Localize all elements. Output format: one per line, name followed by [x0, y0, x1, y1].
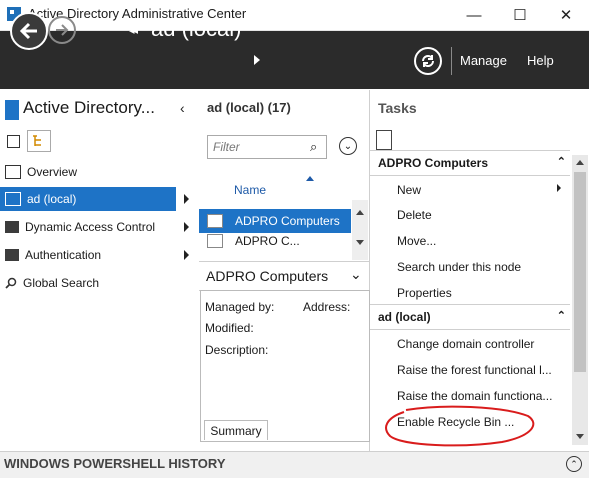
expand-filter-button[interactable]: ⌄ — [339, 137, 357, 155]
scroll-up-icon[interactable] — [356, 210, 364, 215]
submenu-arrow-icon — [557, 184, 561, 192]
scrollbar-thumb[interactable] — [574, 172, 586, 372]
content-pane-title: ad (local) (17) — [207, 100, 291, 115]
forward-button[interactable] — [48, 16, 76, 44]
search-icon — [5, 277, 17, 289]
powershell-history-label: WINDOWS POWERSHELL HISTORY — [4, 456, 226, 471]
row-label: ADPRO C... — [235, 234, 300, 248]
minimize-button[interactable]: — — [451, 0, 497, 30]
nav-divider — [451, 47, 452, 75]
maximize-button[interactable]: ☐ — [497, 0, 543, 30]
container-icon — [207, 214, 223, 228]
task-raise-domain-level[interactable]: Raise the domain functiona... — [397, 389, 552, 403]
tasks-title: Tasks — [378, 100, 417, 116]
list-view-icon[interactable] — [7, 135, 20, 148]
table-row[interactable]: ADPRO Computers — [199, 209, 351, 233]
scroll-down-icon[interactable] — [576, 434, 584, 439]
sidebar-item-label: Authentication — [25, 248, 102, 262]
expand-arrow-icon[interactable] — [184, 194, 189, 204]
filter-placeholder: Filter — [213, 140, 240, 154]
scroll-down-icon[interactable] — [356, 240, 364, 245]
overview-icon — [5, 165, 21, 179]
breadcrumb-arrow-icon[interactable] — [254, 55, 260, 65]
task-delete[interactable]: Delete — [397, 208, 432, 222]
tree-view-icon — [33, 135, 41, 146]
help-menu[interactable]: Help — [527, 53, 554, 68]
manage-menu[interactable]: Manage — [460, 53, 507, 68]
sidebar-item-authentication[interactable]: Authentication — [0, 243, 199, 267]
section-label: ADPRO Computers — [378, 156, 489, 170]
row-label: ADPRO Computers — [235, 214, 340, 228]
task-new[interactable]: New — [397, 183, 421, 197]
section-label: ad (local) — [378, 310, 431, 324]
tab-summary[interactable]: Summary — [204, 420, 268, 440]
close-button[interactable]: ✕ — [543, 0, 589, 30]
list-scrollbar[interactable] — [352, 200, 368, 260]
folder-icon — [5, 221, 19, 233]
expand-arrow-icon[interactable] — [184, 250, 189, 260]
table-row[interactable]: ADPRO C... — [199, 234, 351, 248]
sidebar-item-label: Global Search — [23, 276, 100, 290]
arrow-right-icon — [56, 24, 69, 36]
column-header-name[interactable]: Name — [234, 183, 266, 197]
address-label: Address: — [303, 300, 351, 314]
ad-logo-icon — [5, 100, 19, 120]
task-move[interactable]: Move... — [397, 234, 436, 248]
tasks-section-header[interactable]: ADPRO Computers ⌃ — [370, 150, 570, 176]
clipboard-icon[interactable] — [376, 130, 392, 150]
task-properties[interactable]: Properties — [397, 286, 452, 300]
sidebar-item-overview[interactable]: Overview — [0, 160, 199, 184]
sidebar-item-label: Overview — [27, 165, 78, 179]
sidebar-item-label: ad (local) — [27, 192, 77, 206]
refresh-button[interactable] — [414, 47, 442, 75]
task-raise-forest-level[interactable]: Raise the forest functional l... — [397, 363, 552, 377]
sidebar-item-global-search[interactable]: Global Search — [0, 271, 199, 295]
modified-label: Modified: — [205, 321, 254, 335]
navigation-pane-title: Active Directory... — [23, 98, 155, 117]
refresh-icon — [422, 55, 434, 67]
chevron-down-icon[interactable]: ⌄ — [350, 266, 362, 283]
sidebar-item-ad-local[interactable]: ad (local) — [0, 187, 176, 211]
description-label: Description: — [205, 343, 269, 357]
managed-by-label: Managed by: — [205, 300, 275, 314]
folder-icon — [5, 249, 19, 261]
sidebar-item-dynamic-access-control[interactable]: Dynamic Access Control — [0, 215, 199, 239]
expand-arrow-icon[interactable] — [184, 222, 189, 232]
details-title: ADPRO Computers — [206, 268, 329, 284]
collapse-pane-icon[interactable]: ‹ — [180, 100, 185, 116]
scroll-up-icon[interactable] — [576, 160, 584, 165]
highlight-annotation — [385, 405, 535, 447]
sidebar-item-label: Dynamic Access Control — [25, 220, 156, 234]
task-change-domain-controller[interactable]: Change domain controller — [397, 337, 534, 351]
expand-history-button[interactable]: ⌃ — [566, 456, 582, 472]
tasks-section-header[interactable]: ad (local) ⌃ — [370, 304, 570, 330]
chevron-up-icon[interactable]: ⌃ — [557, 155, 566, 168]
arrow-left-icon — [19, 22, 37, 40]
breadcrumb-back-icon[interactable]: ◂◂ — [129, 24, 138, 37]
domain-icon — [5, 192, 21, 206]
chevron-up-icon[interactable]: ⌃ — [557, 309, 566, 322]
search-icon[interactable]: ⌕ — [310, 139, 317, 155]
back-button[interactable] — [10, 12, 48, 50]
breadcrumb[interactable]: ad (local) — [151, 16, 241, 42]
tree-view-button[interactable] — [27, 130, 51, 152]
task-search-under-node[interactable]: Search under this node — [397, 260, 521, 274]
container-icon — [207, 234, 223, 248]
sort-ascending-icon — [306, 176, 314, 181]
